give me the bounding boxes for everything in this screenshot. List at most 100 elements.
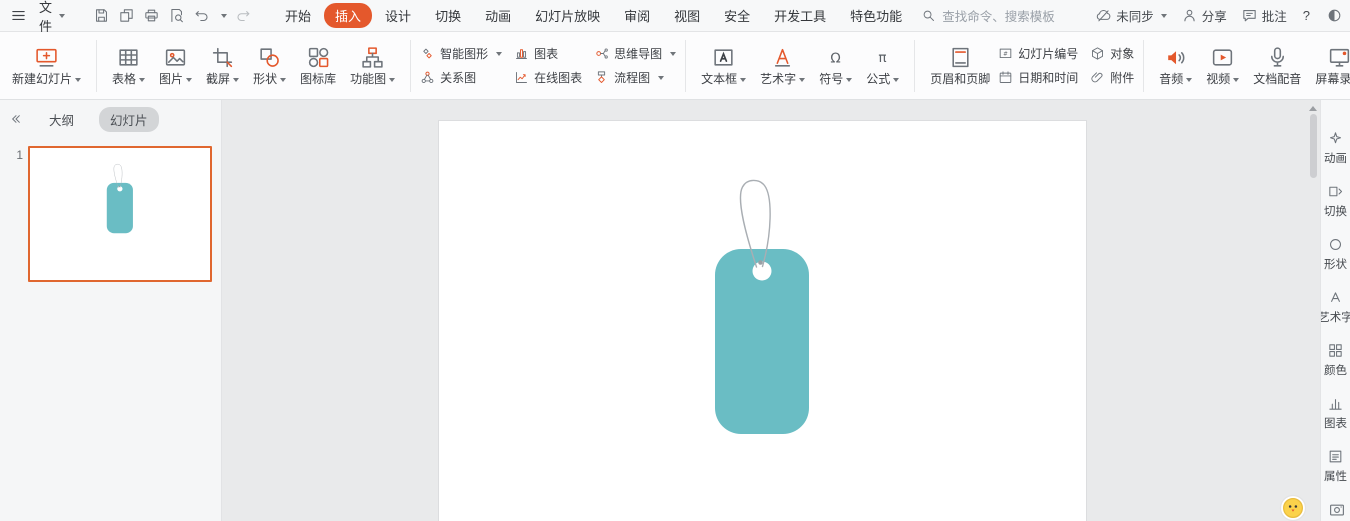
ribbon-item-picture[interactable]: 图片 xyxy=(153,41,198,90)
vertical-scrollbar[interactable] xyxy=(1308,102,1318,521)
redo-icon[interactable] xyxy=(235,7,252,24)
slide-number-icon: # xyxy=(998,46,1013,61)
share-button[interactable]: 分享 xyxy=(1181,6,1227,25)
ribbon-item-online-chart[interactable]: 在线图表 xyxy=(514,69,582,86)
editing-canvas[interactable] xyxy=(222,100,1320,521)
ribbon-item-shapes[interactable]: 形状 xyxy=(247,41,292,90)
comment-label: 批注 xyxy=(1262,6,1287,25)
tab-view[interactable]: 视图 xyxy=(663,3,711,28)
comment-button[interactable]: 批注 xyxy=(1241,6,1287,25)
collapse-panel-button[interactable] xyxy=(8,111,24,127)
chart-tool-icon xyxy=(1327,395,1344,412)
hamburger-menu-icon[interactable] xyxy=(10,7,27,24)
print-preview-icon[interactable] xyxy=(168,7,185,24)
sidebar-item-animation[interactable]: 动画 xyxy=(1321,130,1350,166)
ribbon-item-wordart[interactable]: 艺术字 xyxy=(754,41,811,90)
tab-transition[interactable]: 切换 xyxy=(424,3,472,28)
tab-devtools[interactable]: 开发工具 xyxy=(763,3,837,28)
shape-tool-icon xyxy=(1327,236,1344,253)
ribbon-item-screenshot[interactable]: 截屏 xyxy=(200,41,245,90)
video-icon xyxy=(1210,45,1235,70)
tab-insert[interactable]: 插入 xyxy=(324,3,372,28)
ribbon-item-datetime[interactable]: 日期和时间 xyxy=(998,69,1078,86)
tab-slideshow[interactable]: 幻灯片放映 xyxy=(524,3,611,28)
ribbon-item-textbox[interactable]: 文本框 xyxy=(695,41,752,90)
shape-icon xyxy=(257,45,282,70)
ribbon-item-function-map[interactable]: 功能图 xyxy=(344,41,401,90)
ribbon-item-doc-voice[interactable]: 文档配音 xyxy=(1247,41,1307,90)
menubar-right-controls: 未同步 分享 批注 ? xyxy=(1095,6,1350,25)
help-button[interactable]: ? xyxy=(1301,8,1312,23)
ribbon-item-table[interactable]: 表格 xyxy=(106,41,151,90)
photo-tool-button[interactable] xyxy=(1328,501,1346,519)
ribbon-item-formula[interactable]: π 公式 xyxy=(860,41,905,90)
sidebar-item-properties[interactable]: 属性 xyxy=(1321,448,1350,484)
tab-security[interactable]: 安全 xyxy=(713,3,761,28)
assistant-chick-button[interactable] xyxy=(1278,493,1308,521)
slides-panel: 大纲 幻灯片 1 xyxy=(0,100,222,521)
sidebar-item-color[interactable]: 颜色 xyxy=(1321,342,1350,378)
tag-shape-graphic[interactable] xyxy=(439,121,1086,521)
ribbon-item-header-footer[interactable]: 页眉和页脚 xyxy=(924,41,996,90)
datetime-icon xyxy=(998,70,1013,85)
audio-icon xyxy=(1163,45,1188,70)
ribbon-item-symbol[interactable]: Ω 符号 xyxy=(813,41,858,90)
screen-record-icon xyxy=(1327,45,1350,70)
ribbon-toolbar: 新建幻灯片 表格 图片 截屏 形状 图标库 xyxy=(0,32,1350,100)
sidebar-item-transition[interactable]: 切换 xyxy=(1321,183,1350,219)
tab-start[interactable]: 开始 xyxy=(274,3,322,28)
slide-editing-area[interactable] xyxy=(439,121,1086,521)
share-icon xyxy=(1181,7,1198,24)
ribbon-group-diagrams: 智能图形 关系图 图表 在线图表 xyxy=(420,45,676,86)
ribbon-item-new-slide[interactable]: 新建幻灯片 xyxy=(6,41,87,90)
svg-text:π: π xyxy=(879,50,887,66)
tab-animation[interactable]: 动画 xyxy=(474,3,522,28)
attachment-icon xyxy=(1090,70,1105,85)
save-icon[interactable] xyxy=(93,7,110,24)
sync-status-button[interactable]: 未同步 xyxy=(1095,6,1167,25)
print-icon[interactable] xyxy=(143,7,160,24)
ribbon-group-text: 文本框 艺术字 Ω 符号 π 公式 xyxy=(695,41,905,90)
scroll-up-arrow[interactable] xyxy=(1309,106,1317,111)
undo-dropdown-arrow[interactable] xyxy=(221,14,227,18)
wordart-icon xyxy=(770,45,795,70)
svg-text:#: # xyxy=(1003,52,1008,58)
tab-outline[interactable]: 大纲 xyxy=(38,107,85,132)
sidebar-item-wordart[interactable]: 艺术字 xyxy=(1321,289,1350,325)
tab-slides[interactable]: 幻灯片 xyxy=(99,107,159,132)
tab-special-features[interactable]: 特色功能 xyxy=(839,3,913,28)
sidebar-item-shape[interactable]: 形状 xyxy=(1321,236,1350,272)
tab-design[interactable]: 设计 xyxy=(374,3,422,28)
sidebar-item-chart[interactable]: 图表 xyxy=(1321,395,1350,431)
ribbon-item-video[interactable]: 视频 xyxy=(1200,41,1245,90)
ribbon-item-flowchart[interactable]: 流程图 xyxy=(594,69,676,86)
ribbon-item-audio[interactable]: 音频 xyxy=(1153,41,1198,90)
tab-review[interactable]: 审阅 xyxy=(613,3,661,28)
thumbnail-tag-graphic xyxy=(30,148,210,280)
chevron-down-icon xyxy=(59,14,65,18)
transition-icon xyxy=(1327,183,1344,200)
ribbon-item-smart-graphic[interactable]: 智能图形 xyxy=(420,45,502,62)
ribbon-item-object[interactable]: 对象 xyxy=(1090,45,1134,62)
slide-thumbnail[interactable] xyxy=(28,146,212,282)
ribbon-item-slide-number[interactable]: # 幻灯片编号 xyxy=(998,45,1078,62)
ribbon-item-mindmap[interactable]: 思维导图 xyxy=(594,45,676,62)
symbol-icon: Ω xyxy=(823,45,848,70)
search-placeholder: 查找命令、搜索模板 xyxy=(942,6,1055,25)
relation-diagram-icon xyxy=(420,70,435,85)
ribbon-group-new-slide: 新建幻灯片 xyxy=(6,41,87,90)
ribbon-item-chart[interactable]: 图表 xyxy=(514,45,582,62)
command-search-box[interactable]: 查找命令、搜索模板 xyxy=(921,6,1071,25)
header-footer-icon xyxy=(948,45,973,70)
theme-icon[interactable] xyxy=(1326,7,1343,24)
color-icon xyxy=(1327,342,1344,359)
doc-voice-icon xyxy=(1265,45,1290,70)
scrollbar-thumb[interactable] xyxy=(1310,114,1317,178)
output-icon[interactable] xyxy=(118,7,135,24)
ribbon-item-relation-diagram[interactable]: 关系图 xyxy=(420,69,502,86)
ribbon-item-attachment[interactable]: 附件 xyxy=(1090,69,1134,86)
properties-icon xyxy=(1327,448,1344,465)
undo-icon[interactable] xyxy=(193,7,210,24)
ribbon-item-screen-record[interactable]: 屏幕录制 xyxy=(1309,41,1350,90)
ribbon-item-icon-library[interactable]: 图标库 xyxy=(294,41,342,90)
